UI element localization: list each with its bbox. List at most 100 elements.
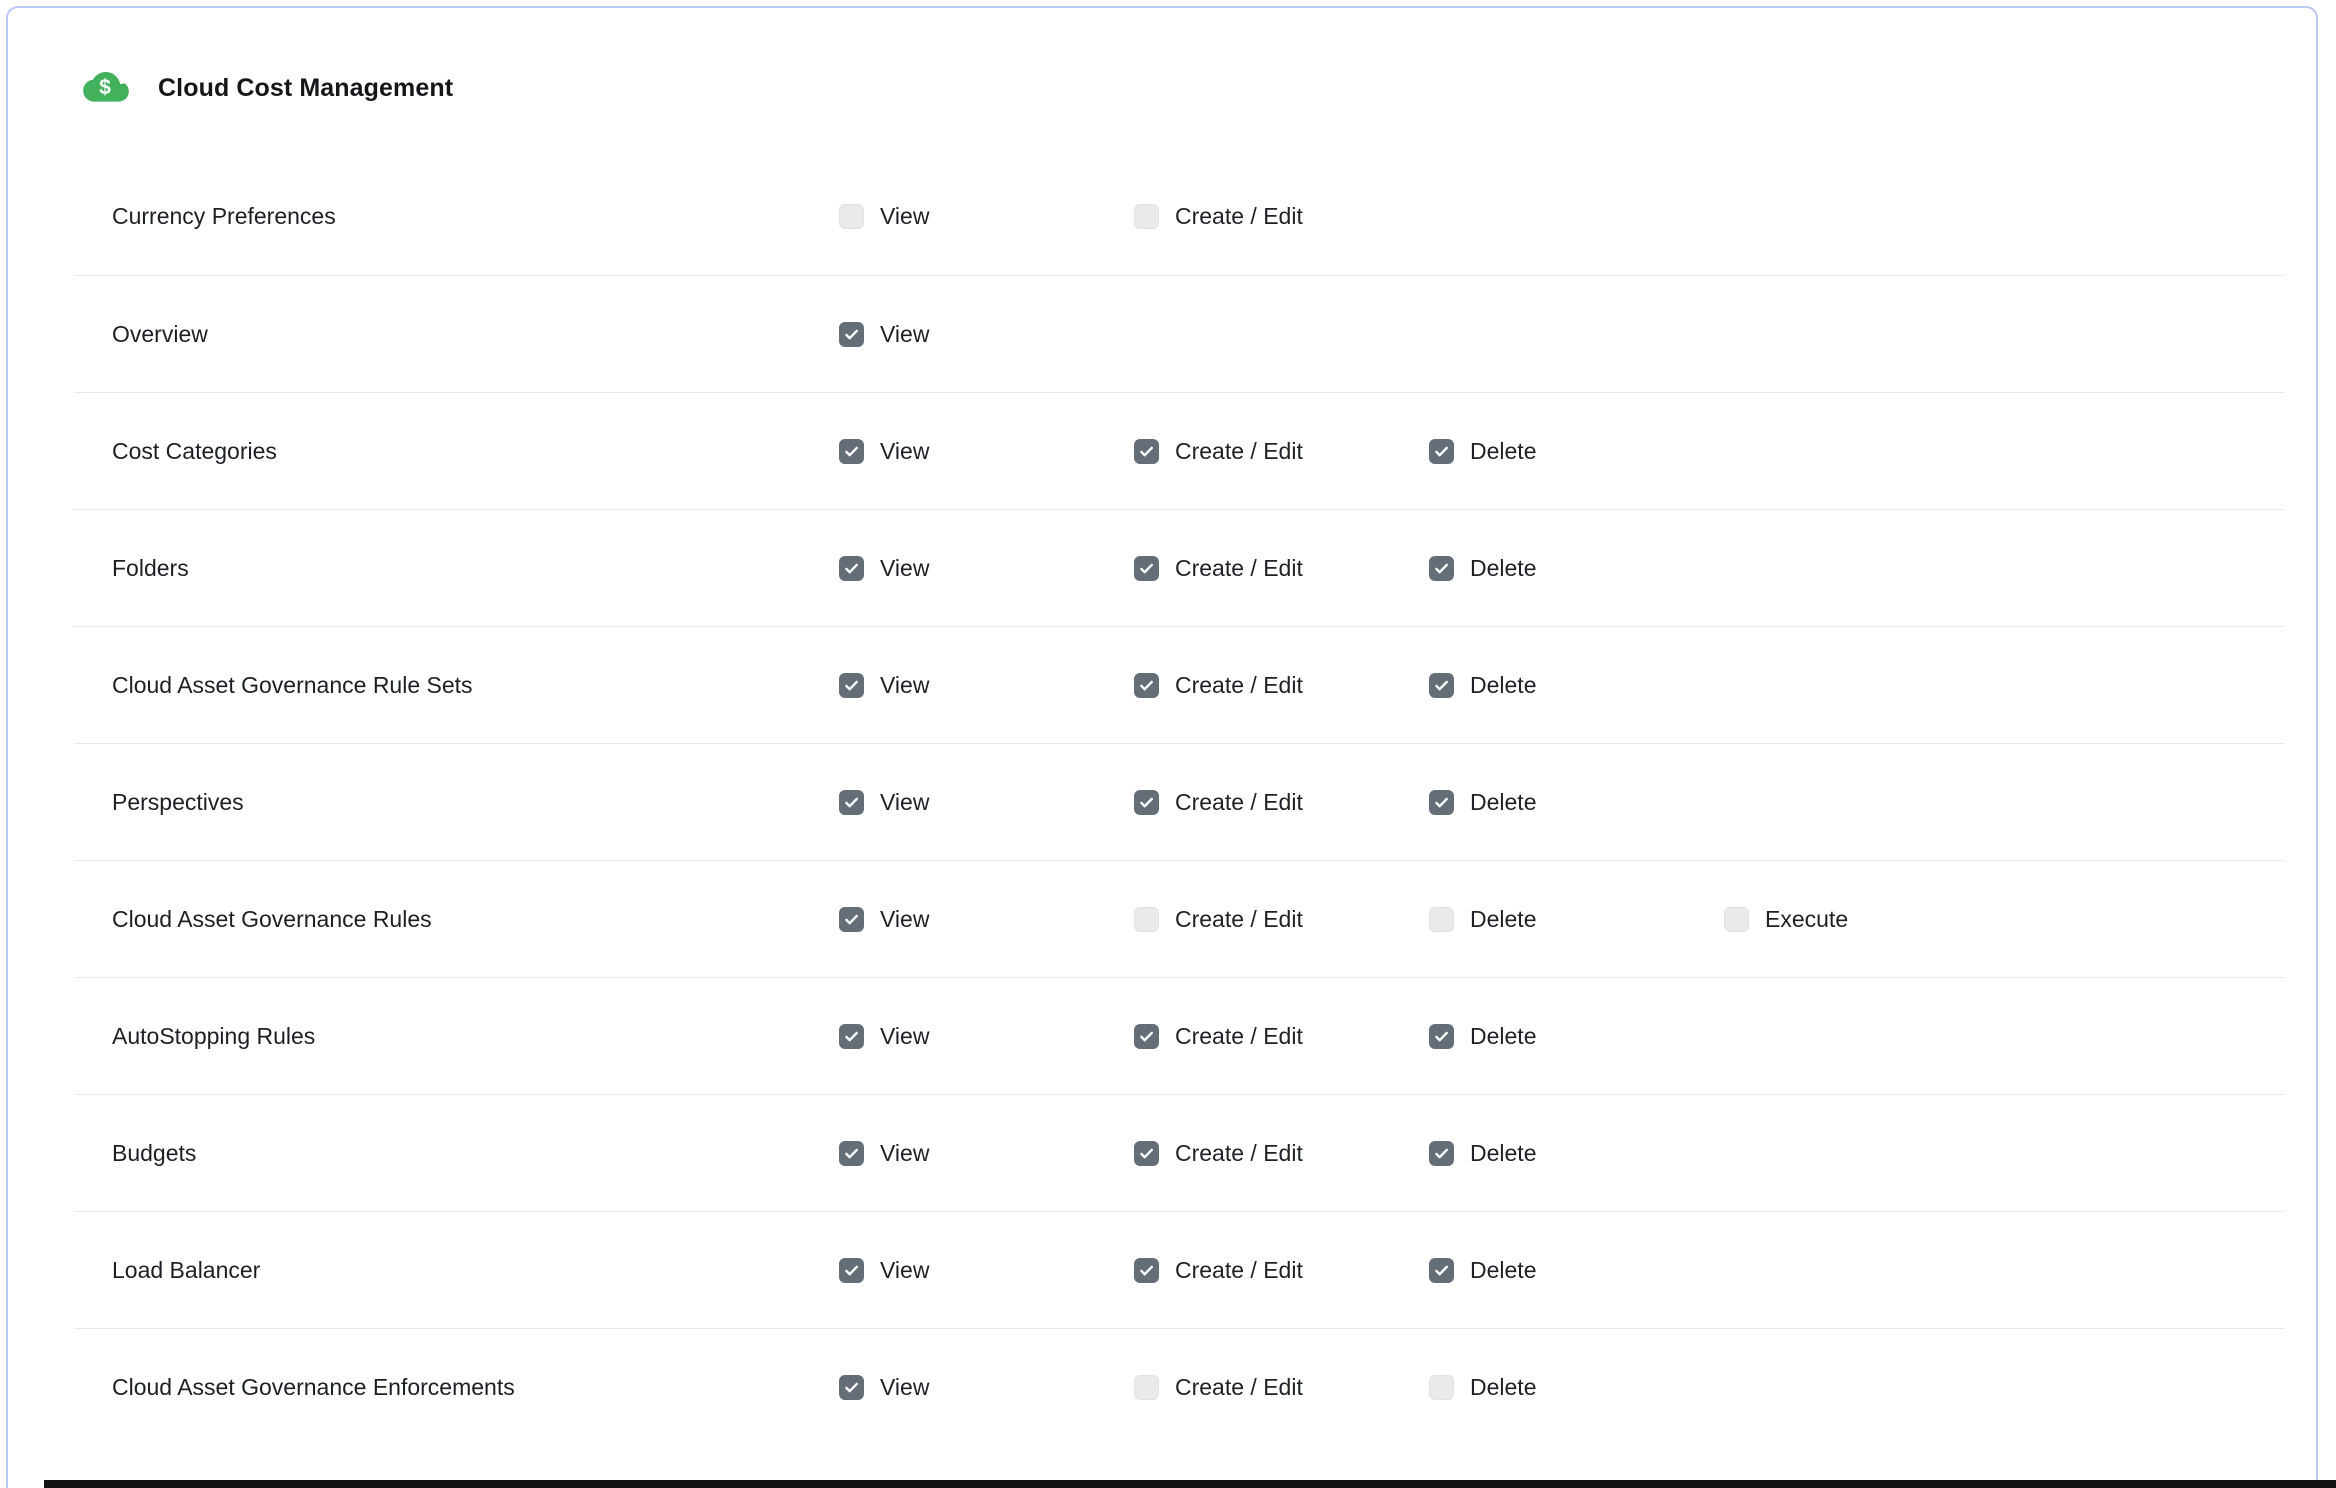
permission-option-delete[interactable]: Delete [1429, 1023, 1724, 1050]
permission-option-view[interactable]: View [839, 1374, 1134, 1401]
checkbox-view-checked[interactable] [839, 1024, 864, 1049]
checkbox-delete-checked[interactable] [1429, 673, 1454, 698]
permission-option-create-edit[interactable]: Create / Edit [1134, 438, 1429, 465]
permission-label: Execute [1765, 906, 1848, 933]
permission-option-view[interactable]: View [839, 321, 1134, 348]
permission-option-delete[interactable]: Delete [1429, 1257, 1724, 1284]
permission-label: Delete [1470, 672, 1536, 699]
checkbox-create-edit-unchecked[interactable] [1134, 907, 1159, 932]
checkbox-create-edit-checked[interactable] [1134, 439, 1159, 464]
permission-option-view[interactable]: View [839, 1257, 1134, 1284]
permission-row-budgets: BudgetsViewCreate / EditDelete [74, 1094, 2284, 1211]
permission-option-create-edit[interactable]: Create / Edit [1134, 1140, 1429, 1167]
permission-option-view[interactable]: View [839, 203, 1134, 230]
checkbox-view-checked[interactable] [839, 1375, 864, 1400]
permission-label: View [880, 906, 929, 933]
permission-label: View [880, 203, 929, 230]
checkbox-delete-unchecked[interactable] [1429, 1375, 1454, 1400]
permission-row-cloud-asset-governance-rules: Cloud Asset Governance RulesViewCreate /… [74, 860, 2284, 977]
permission-label: Create / Edit [1175, 555, 1303, 582]
permission-row-currency-preferences: Currency PreferencesViewCreate / Edit [74, 158, 2284, 275]
permission-label: Delete [1470, 789, 1536, 816]
checkbox-delete-checked[interactable] [1429, 1258, 1454, 1283]
permission-option-delete[interactable]: Delete [1429, 1374, 1724, 1401]
permission-option-execute[interactable]: Execute [1724, 906, 2284, 933]
permission-option-delete[interactable]: Delete [1429, 789, 1724, 816]
checkbox-create-edit-checked[interactable] [1134, 790, 1159, 815]
checkbox-create-edit-checked[interactable] [1134, 1258, 1159, 1283]
permission-option-create-edit[interactable]: Create / Edit [1134, 1023, 1429, 1050]
checkbox-delete-checked[interactable] [1429, 439, 1454, 464]
permission-option-create-edit[interactable]: Create / Edit [1134, 555, 1429, 582]
permission-label: View [880, 1257, 929, 1284]
permission-option-create-edit[interactable]: Create / Edit [1134, 789, 1429, 816]
resource-label: Cloud Asset Governance Rule Sets [112, 672, 839, 699]
checkbox-view-checked[interactable] [839, 790, 864, 815]
checkbox-create-edit-unchecked[interactable] [1134, 1375, 1159, 1400]
permission-label: Create / Edit [1175, 203, 1303, 230]
permission-option-view[interactable]: View [839, 906, 1134, 933]
permission-label: View [880, 1374, 929, 1401]
permission-option-view[interactable]: View [839, 1023, 1134, 1050]
checkbox-view-checked[interactable] [839, 673, 864, 698]
permission-row-overview: OverviewView [74, 275, 2284, 392]
checkbox-view-checked[interactable] [839, 907, 864, 932]
permission-label: Create / Edit [1175, 789, 1303, 816]
permission-option-view[interactable]: View [839, 555, 1134, 582]
permission-row-perspectives: PerspectivesViewCreate / EditDelete [74, 743, 2284, 860]
resource-label: Load Balancer [112, 1257, 839, 1284]
checkbox-create-edit-checked[interactable] [1134, 673, 1159, 698]
permission-label: View [880, 1023, 929, 1050]
permission-option-view[interactable]: View [839, 672, 1134, 699]
checkbox-view-checked[interactable] [839, 1258, 864, 1283]
permission-label: Delete [1470, 1023, 1536, 1050]
checkbox-delete-checked[interactable] [1429, 790, 1454, 815]
permission-option-create-edit[interactable]: Create / Edit [1134, 203, 1429, 230]
permission-option-delete[interactable]: Delete [1429, 906, 1724, 933]
checkbox-delete-checked[interactable] [1429, 556, 1454, 581]
checkbox-delete-checked[interactable] [1429, 1024, 1454, 1049]
resource-label: Cloud Asset Governance Enforcements [112, 1374, 839, 1401]
checkbox-execute-unchecked[interactable] [1724, 907, 1749, 932]
permission-label: Delete [1470, 1140, 1536, 1167]
permission-label: Delete [1470, 555, 1536, 582]
checkbox-create-edit-checked[interactable] [1134, 1141, 1159, 1166]
checkbox-view-checked[interactable] [839, 556, 864, 581]
permission-option-delete[interactable]: Delete [1429, 555, 1724, 582]
permission-label: Create / Edit [1175, 1023, 1303, 1050]
permission-row-load-balancer: Load Balancer View Create / EditDelete [74, 1211, 2284, 1328]
permission-label: Delete [1470, 906, 1536, 933]
checkbox-create-edit-checked[interactable] [1134, 1024, 1159, 1049]
permission-option-view[interactable]: View [839, 438, 1134, 465]
permission-option-delete[interactable]: Delete [1429, 1140, 1724, 1167]
permission-row-cost-categories: Cost Categories View Create / EditDelete [74, 392, 2284, 509]
permission-label: View [880, 438, 929, 465]
permission-label: Create / Edit [1175, 1140, 1303, 1167]
permission-option-create-edit[interactable]: Create / Edit [1134, 1374, 1429, 1401]
permission-label: View [880, 672, 929, 699]
resource-label: Cost Categories [112, 438, 839, 465]
permission-option-create-edit[interactable]: Create / Edit [1134, 906, 1429, 933]
checkbox-delete-unchecked[interactable] [1429, 907, 1454, 932]
checkbox-create-edit-checked[interactable] [1134, 556, 1159, 581]
cloud-cost-management-panel: $ Cloud Cost Management Currency Prefere… [6, 6, 2318, 1488]
checkbox-view-checked[interactable] [839, 1141, 864, 1166]
permission-option-delete[interactable]: Delete [1429, 438, 1724, 465]
permission-option-view[interactable]: View [839, 1140, 1134, 1167]
permission-option-create-edit[interactable]: Create / Edit [1134, 1257, 1429, 1284]
permission-row-folders: Folders View Create / Edit Delete [74, 509, 2284, 626]
resource-label: Folders [112, 555, 839, 582]
permission-option-delete[interactable]: Delete [1429, 672, 1724, 699]
permission-option-create-edit[interactable]: Create / Edit [1134, 672, 1429, 699]
checkbox-view-checked[interactable] [839, 439, 864, 464]
permission-label: View [880, 555, 929, 582]
bottom-edge-bar [44, 1480, 2336, 1488]
checkbox-view-unchecked[interactable] [839, 204, 864, 229]
checkbox-view-checked[interactable] [839, 322, 864, 347]
checkbox-delete-checked[interactable] [1429, 1141, 1454, 1166]
checkbox-create-edit-unchecked[interactable] [1134, 204, 1159, 229]
panel-header: $ Cloud Cost Management [8, 8, 2316, 112]
permission-option-view[interactable]: View [839, 789, 1134, 816]
permission-label: Delete [1470, 1374, 1536, 1401]
permission-row-cloud-asset-governance-rule-sets: Cloud Asset Governance Rule Sets View Crea… [74, 626, 2284, 743]
